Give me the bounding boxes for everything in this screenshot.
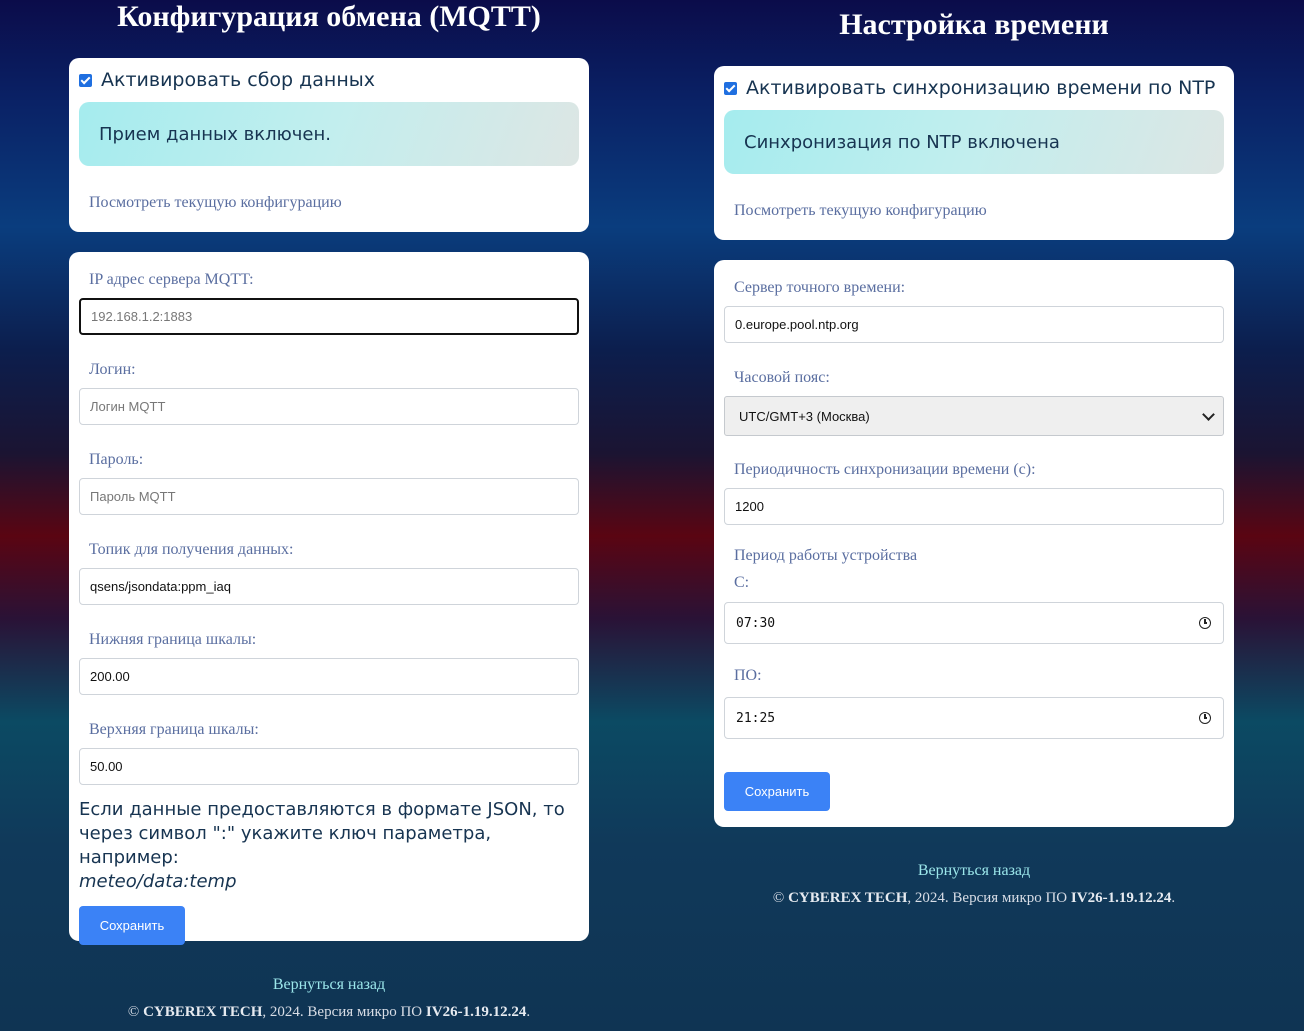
company-name: CYBEREX TECH (788, 890, 908, 906)
mqtt-server-placeholder: 192.168.1.2:1883 (91, 309, 193, 324)
company-name: CYBEREX TECH (143, 1004, 263, 1020)
time-back-link[interactable]: Вернуться назад (714, 862, 1234, 880)
mqtt-login-placeholder: Логин MQTT (90, 399, 166, 414)
time-save-button[interactable]: Сохранить (724, 772, 830, 811)
mqtt-upper-label: Верхняя граница шкалы: (89, 721, 259, 738)
mqtt-password-placeholder: Пароль MQTT (90, 489, 176, 504)
firmware-version: IV26-1.19.12.24 (1070, 890, 1172, 906)
mqtt-password-input[interactable]: Пароль MQTT (79, 478, 579, 515)
chevron-down-icon (1202, 407, 1215, 421)
mqtt-status-text: Прием данных включен. (99, 123, 331, 145)
mqtt-activate-label: Активировать сбор данных (101, 69, 376, 91)
mqtt-lower-label: Нижняя граница шкалы: (89, 631, 257, 648)
mqtt-title: Конфигурация обмена (MQTT) (117, 0, 541, 33)
mqtt-password-label: Пароль: (89, 451, 144, 468)
mqtt-server-input[interactable]: 192.168.1.2:1883 (79, 298, 579, 335)
ntp-activate-label: Активировать синхронизацию времени по NT… (746, 77, 1216, 99)
time-title: Настройка времени (839, 8, 1109, 41)
footer-end: . (1171, 890, 1176, 906)
mqtt-save-button[interactable]: Сохранить (79, 906, 185, 945)
mqtt-json-hint: Если данные предоставляются в формате JS… (79, 798, 579, 894)
checkbox-checked-icon[interactable] (79, 73, 92, 87)
ntp-activate-checkbox[interactable]: Активировать синхронизацию времени по NT… (724, 76, 1224, 100)
work-period-label: Период работы устройства (734, 547, 918, 564)
timezone-label: Часовой пояс: (734, 369, 830, 386)
ntp-status-text: Синхронизация по NTP включена (744, 131, 1060, 153)
timezone-value: UTC/GMT+3 (Москва) (739, 408, 870, 424)
to-time-input[interactable]: 21:25 (724, 697, 1224, 739)
footer-year-text: , 2024. Версия микро ПО (262, 1004, 423, 1020)
time-footer: © CYBEREX TECH, 2024. Версия микро ПО IV… (714, 890, 1234, 907)
copyright-symbol: © (127, 1004, 140, 1020)
sync-period-label: Периодичность синхронизации времени (с): (734, 461, 1036, 478)
firmware-version: IV26-1.19.12.24 (425, 1004, 527, 1020)
from-time-value: 07:30 (736, 615, 776, 631)
mqtt-topic-label: Топик для получения данных: (89, 541, 294, 558)
timezone-select[interactable]: UTC/GMT+3 (Москва) (724, 396, 1224, 436)
mqtt-activation-card: Активировать сбор данных Прием данных вк… (69, 58, 589, 232)
mqtt-login-label: Логин: (89, 361, 136, 378)
ntp-server-value: 0.europe.pool.ntp.org (735, 317, 859, 332)
ntp-activation-card: Активировать синхронизацию времени по NT… (714, 66, 1234, 240)
mqtt-login-input[interactable]: Логин MQTT (79, 388, 579, 425)
mqtt-view-config-link[interactable]: Посмотреть текущую конфигурацию (79, 194, 579, 212)
clock-icon[interactable] (1199, 617, 1211, 629)
footer-year-text: , 2024. Версия микро ПО (907, 890, 1068, 906)
from-time-input[interactable]: 07:30 (724, 602, 1224, 644)
from-label: С: (734, 574, 750, 591)
time-settings-card: Сервер точного времени: 0.europe.pool.nt… (714, 260, 1234, 827)
mqtt-upper-input[interactable]: 50.00 (79, 748, 579, 785)
clock-icon[interactable] (1199, 712, 1211, 724)
mqtt-activate-checkbox[interactable]: Активировать сбор данных (79, 68, 579, 92)
checkbox-checked-icon[interactable] (724, 81, 737, 95)
ntp-server-label: Сервер точного времени: (734, 279, 906, 296)
mqtt-hint-text: Если данные предоставляются в формате JS… (79, 799, 565, 868)
mqtt-upper-value: 50.00 (90, 759, 123, 774)
mqtt-back-link[interactable]: Вернуться назад (69, 976, 589, 994)
to-label: ПО: (734, 667, 762, 684)
ntp-status-banner: Синхронизация по NTP включена (724, 110, 1224, 174)
mqtt-topic-input[interactable]: qsens/jsondata:ppm_iaq (79, 568, 579, 605)
mqtt-hint-example: meteo/data:temp (79, 871, 237, 892)
mqtt-lower-value: 200.00 (90, 669, 130, 684)
mqtt-status-banner: Прием данных включен. (79, 102, 579, 166)
mqtt-settings-card: IP адрес сервера MQTT: 192.168.1.2:1883 … (69, 252, 589, 945)
copyright-symbol: © (772, 890, 785, 906)
ntp-view-config-link[interactable]: Посмотреть текущую конфигурацию (724, 202, 1224, 220)
sync-period-input[interactable]: 1200 (724, 488, 1224, 525)
footer-end: . (526, 1004, 531, 1020)
mqtt-footer: © CYBEREX TECH, 2024. Версия микро ПО IV… (69, 1004, 589, 1021)
ntp-server-input[interactable]: 0.europe.pool.ntp.org (724, 306, 1224, 343)
mqtt-server-label: IP адрес сервера MQTT: (89, 271, 254, 288)
mqtt-lower-input[interactable]: 200.00 (79, 658, 579, 695)
sync-period-value: 1200 (735, 499, 764, 514)
to-time-value: 21:25 (736, 710, 776, 726)
mqtt-topic-value: qsens/jsondata:ppm_iaq (90, 579, 231, 594)
